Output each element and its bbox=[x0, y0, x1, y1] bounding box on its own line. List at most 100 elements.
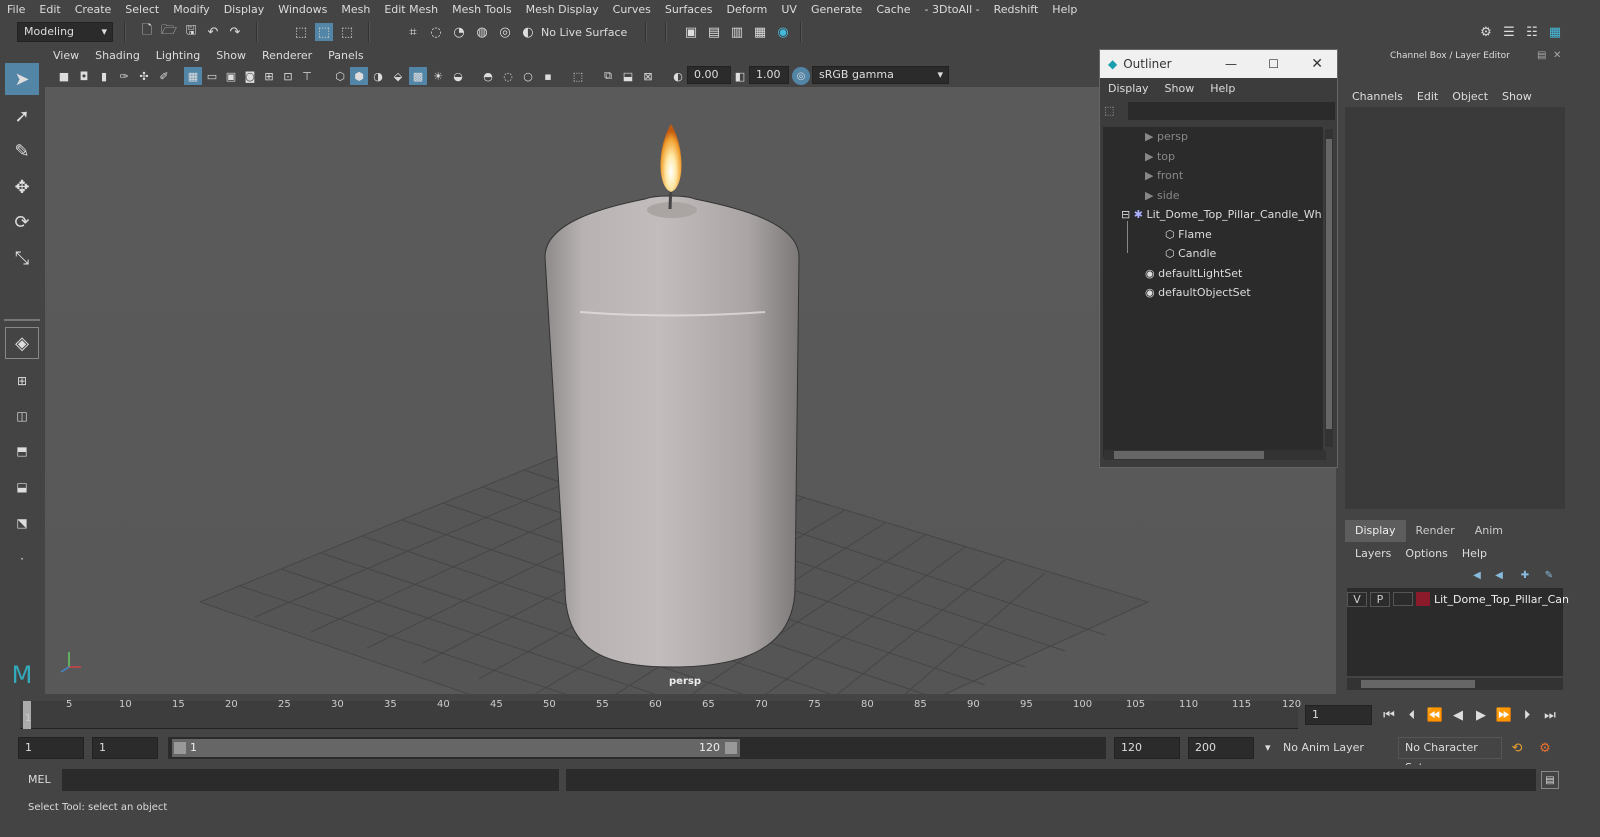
close-icon[interactable]: ✕ bbox=[1553, 50, 1561, 61]
go-to-end-icon[interactable]: ⏭ bbox=[1541, 706, 1559, 724]
playback-end-field[interactable]: 120 bbox=[1114, 737, 1180, 759]
four-pane-icon[interactable]: ⊞ bbox=[5, 365, 39, 397]
shadows-icon[interactable]: ☀ bbox=[429, 67, 447, 85]
menu-display[interactable]: Display bbox=[217, 0, 272, 20]
layer-playback-toggle[interactable]: P bbox=[1370, 591, 1390, 607]
collapse-icon[interactable]: ⊟ bbox=[1121, 208, 1130, 221]
menu-windows[interactable]: Windows bbox=[271, 0, 334, 20]
scrollbar-thumb[interactable] bbox=[1114, 451, 1264, 459]
menu-edit[interactable]: Edit bbox=[32, 0, 67, 20]
exposure-icon[interactable]: ◐ bbox=[669, 67, 687, 85]
image-plane-icon[interactable]: ✑ bbox=[115, 67, 133, 85]
channel-box-icon[interactable]: ▦ bbox=[1546, 23, 1564, 41]
step-back-frame-icon[interactable]: ⏴ bbox=[1403, 706, 1421, 724]
multisample-icon[interactable]: ◌ bbox=[499, 67, 517, 85]
new-layer-icon[interactable]: ✚ bbox=[1516, 566, 1534, 584]
persp-outliner-icon[interactable]: ⬓ bbox=[5, 471, 39, 503]
outliner-item-top[interactable]: ▶ top bbox=[1145, 147, 1175, 166]
outliner-search-input[interactable] bbox=[1128, 102, 1335, 120]
viewport-menu-renderer[interactable]: Renderer bbox=[254, 47, 320, 65]
time-slider[interactable]: 1 5 10 15 20 25 30 35 40 45 50 55 60 65 … bbox=[0, 697, 1600, 733]
snap-grid-icon[interactable]: ⌗ bbox=[404, 23, 422, 41]
gamma-icon[interactable]: ◧ bbox=[731, 67, 749, 85]
grid-toggle-icon[interactable]: ▦ bbox=[184, 67, 202, 85]
auto-key-icon[interactable]: ⟲ bbox=[1508, 739, 1526, 757]
outliner-h-scrollbar[interactable] bbox=[1104, 450, 1326, 460]
tab-render[interactable]: Render bbox=[1406, 520, 1465, 542]
depth-of-field-icon[interactable]: ○ bbox=[519, 67, 537, 85]
menu-mesh[interactable]: Mesh bbox=[334, 0, 377, 20]
viewport-menu-lighting[interactable]: Lighting bbox=[148, 47, 208, 65]
save-scene-icon[interactable]: 🖫 bbox=[182, 23, 200, 41]
exposure-field[interactable]: 0.00 bbox=[687, 66, 731, 84]
step-forward-frame-icon[interactable]: ⏵ bbox=[1518, 706, 1536, 724]
modeling-toolkit-icon[interactable]: ⚙ bbox=[1477, 23, 1495, 41]
move-layer-down-icon[interactable]: ◀ bbox=[1490, 566, 1508, 584]
layer-menu-help[interactable]: Help bbox=[1455, 547, 1494, 560]
layer-row[interactable]: V P Lit_Dome_Top_Pillar_Can bbox=[1347, 590, 1569, 608]
outliner-item-candle-group[interactable]: ⊟ ✱ Lit_Dome_Top_Pillar_Candle_Wh bbox=[1121, 205, 1322, 224]
snap-surface-icon[interactable]: ◎ bbox=[496, 23, 514, 41]
step-forward-key-icon[interactable]: ⏩ bbox=[1495, 706, 1513, 724]
anim-layer-dropdown[interactable]: No Anim Layer ▾ bbox=[1262, 737, 1396, 759]
mode-dropdown[interactable]: Modeling ▾ bbox=[17, 22, 113, 42]
outliner-menu-show[interactable]: Show bbox=[1157, 78, 1203, 100]
filter-icon[interactable]: ⬚ bbox=[1104, 104, 1120, 120]
select-hierarchy-icon[interactable]: ⬚ bbox=[292, 23, 310, 41]
menu-file[interactable]: File bbox=[0, 0, 32, 20]
bookmark-icon[interactable]: ▮ bbox=[95, 67, 113, 85]
layer-menu-layers[interactable]: Layers bbox=[1348, 547, 1398, 560]
layer-name[interactable]: Lit_Dome_Top_Pillar_Can bbox=[1434, 593, 1569, 606]
gate-mask-icon[interactable]: ◙ bbox=[241, 67, 259, 85]
two-pane-icon[interactable]: ◫ bbox=[5, 400, 39, 432]
film-gate-icon[interactable]: ▭ bbox=[203, 67, 221, 85]
attribute-editor-icon[interactable]: ☰ bbox=[1500, 23, 1518, 41]
field-chart-icon[interactable]: ⊞ bbox=[260, 67, 278, 85]
ipr-render-icon[interactable]: ▥ bbox=[728, 23, 746, 41]
outliner-menu-display[interactable]: Display bbox=[1100, 78, 1157, 100]
camera-select-icon[interactable]: ■ bbox=[55, 67, 73, 85]
lasso-tool-icon[interactable]: ➚ bbox=[5, 100, 39, 132]
menu-uv[interactable]: UV bbox=[774, 0, 804, 20]
scrollbar-thumb[interactable] bbox=[1361, 680, 1475, 688]
viewport-menu-show[interactable]: Show bbox=[208, 47, 254, 65]
more-layouts-icon[interactable]: · bbox=[5, 543, 39, 575]
menu-edit-mesh[interactable]: Edit Mesh bbox=[377, 0, 445, 20]
two-d-pan-icon[interactable]: ✣ bbox=[135, 67, 153, 85]
select-tool-icon[interactable]: ➤ bbox=[5, 63, 39, 95]
step-back-key-icon[interactable]: ⏪ bbox=[1426, 706, 1444, 724]
range-slider-handle[interactable]: 1 120 bbox=[172, 739, 740, 757]
script-editor-icon[interactable]: ▤ bbox=[1541, 771, 1559, 789]
undo-icon[interactable]: ↶ bbox=[204, 23, 222, 41]
channel-menu-show[interactable]: Show bbox=[1495, 90, 1539, 103]
single-pane-icon[interactable]: ◈ bbox=[5, 327, 39, 359]
play-backward-icon[interactable]: ◀ bbox=[1449, 706, 1467, 724]
outliner-item-candle[interactable]: ⬡ Candle bbox=[1165, 244, 1216, 263]
menu-create[interactable]: Create bbox=[68, 0, 119, 20]
viewport-menu-shading[interactable]: Shading bbox=[87, 47, 148, 65]
screen-space-ao-icon[interactable]: ◒ bbox=[449, 67, 467, 85]
textured-icon[interactable]: ⬙ bbox=[389, 67, 407, 85]
safe-title-icon[interactable]: ⊤ bbox=[298, 67, 316, 85]
menu-3dtoall[interactable]: - 3DtoAll - bbox=[918, 0, 987, 20]
layer-type-toggle[interactable] bbox=[1393, 592, 1413, 606]
live-surface-field[interactable]: No Live Surface bbox=[541, 24, 636, 42]
playback-start-field[interactable]: 1 bbox=[92, 737, 158, 759]
hypershade-layout-icon[interactable]: ⬔ bbox=[5, 507, 39, 539]
current-frame-field[interactable]: 1 bbox=[1305, 705, 1372, 725]
menu-curves[interactable]: Curves bbox=[606, 0, 658, 20]
render-settings-icon[interactable]: ▦ bbox=[751, 23, 769, 41]
layout-icon[interactable]: ▤ bbox=[1537, 50, 1546, 61]
animation-end-field[interactable]: 200 bbox=[1188, 737, 1254, 759]
smooth-shade-icon[interactable]: ⬢ bbox=[350, 67, 368, 85]
render-frame-icon[interactable]: ▤ bbox=[705, 23, 723, 41]
camera-attributes-icon[interactable]: ◘ bbox=[75, 67, 93, 85]
outliner-item-side[interactable]: ▶ side bbox=[1145, 186, 1180, 205]
menu-redshift[interactable]: Redshift bbox=[987, 0, 1046, 20]
safe-action-icon[interactable]: ⊡ bbox=[279, 67, 297, 85]
select-object-icon[interactable]: ⬚ bbox=[315, 23, 333, 41]
menu-modify[interactable]: Modify bbox=[166, 0, 216, 20]
tool-settings-icon[interactable]: ☷ bbox=[1523, 23, 1541, 41]
range-end-grip[interactable] bbox=[725, 742, 737, 754]
channel-menu-channels[interactable]: Channels bbox=[1345, 90, 1410, 103]
